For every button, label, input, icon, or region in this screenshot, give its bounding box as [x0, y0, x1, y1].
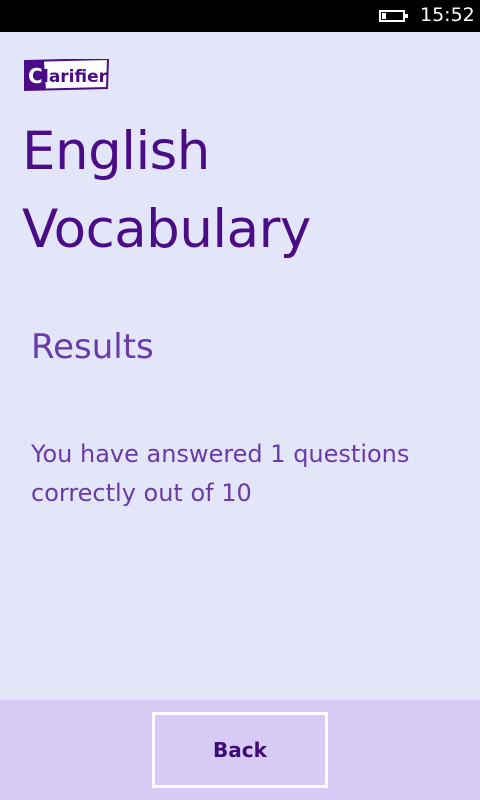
svg-text:larifier: larifier — [43, 67, 108, 87]
battery-level-fill — [382, 13, 386, 19]
battery-icon — [379, 10, 408, 22]
clarifier-logo: C larifier — [22, 57, 110, 92]
page-title: English Vocabulary — [22, 121, 311, 260]
status-bar: 15:52 — [0, 0, 480, 32]
clock-time: 15:52 — [420, 4, 475, 26]
result-message: You have answered 1 questions correctly … — [31, 440, 410, 507]
results-heading: Results — [31, 327, 154, 367]
back-button[interactable]: Back — [152, 712, 328, 788]
clarifier-logo-graphic: C larifier — [22, 57, 110, 92]
svg-text:C: C — [28, 64, 43, 88]
